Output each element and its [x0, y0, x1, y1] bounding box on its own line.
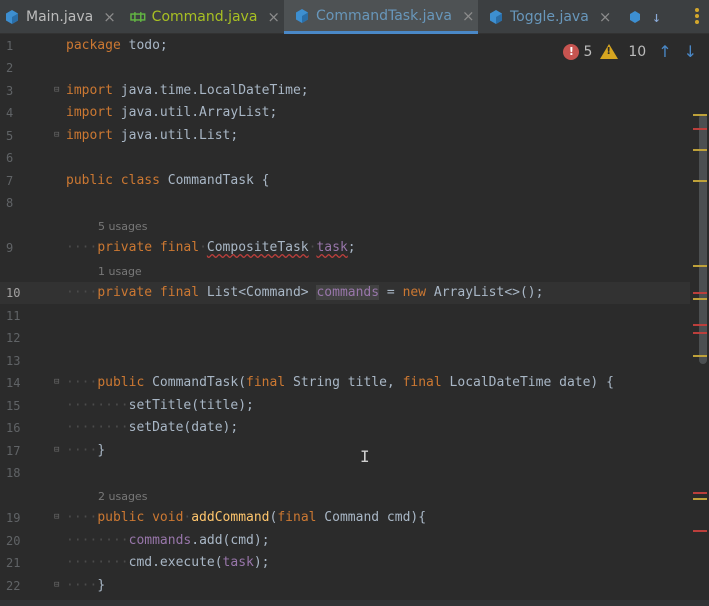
- warning-marker[interactable]: [693, 298, 707, 300]
- close-icon[interactable]: ×: [599, 8, 612, 26]
- error-marker[interactable]: [693, 128, 707, 130]
- code-line: import java.util.ArrayList;: [66, 105, 278, 120]
- error-icon: !: [563, 43, 580, 60]
- tab-label: Toggle.java: [510, 9, 589, 25]
- usages-hint[interactable]: 1 usage: [98, 265, 142, 278]
- tab-command-java[interactable]: Command.java ×: [130, 0, 280, 34]
- code-line: ····}: [66, 443, 106, 458]
- mouse-cursor-icon: I: [360, 447, 370, 466]
- inspection-widget[interactable]: ! 5 ! 10 ↑ ↓: [563, 42, 697, 61]
- usages-hint[interactable]: 2 usages: [98, 490, 147, 503]
- line-number: 20: [6, 534, 21, 548]
- line-number: 7: [6, 174, 14, 188]
- line-number: 6: [6, 151, 14, 165]
- code-line: public class CommandTask {: [66, 173, 270, 188]
- java-interface-icon: [130, 12, 146, 22]
- line-number: 9: [6, 241, 14, 255]
- line-number: 5: [6, 129, 14, 143]
- line-number: 8: [6, 196, 14, 210]
- tab-commandtask-java[interactable]: CommandTask.java ×: [284, 0, 478, 34]
- next-highlight-icon[interactable]: ↓: [684, 42, 697, 61]
- code-line: package todo;: [66, 38, 168, 53]
- error-marker[interactable]: [693, 492, 707, 494]
- code-line: ········setDate(date);: [66, 420, 239, 435]
- line-number: 13: [6, 354, 21, 368]
- warning-icon: !: [600, 44, 619, 59]
- warning-marker[interactable]: [693, 355, 707, 357]
- line-number: 1: [6, 39, 14, 53]
- fold-icon[interactable]: ⊟: [54, 130, 64, 140]
- line-number: 2: [6, 61, 14, 75]
- error-marker[interactable]: [693, 324, 707, 326]
- show-hidden-tabs-icon[interactable]: ↓: [652, 8, 661, 26]
- fold-icon[interactable]: ⊟: [54, 580, 64, 590]
- tab-label: Main.java: [26, 9, 94, 25]
- code-line: ········cmd.execute(task);: [66, 555, 270, 570]
- line-number: 15: [6, 399, 21, 413]
- line-number: 17: [6, 444, 21, 458]
- tab-label: Command.java: [151, 9, 258, 25]
- more-options-icon[interactable]: [695, 8, 699, 26]
- line-number: 22: [6, 579, 21, 593]
- tab-main-java[interactable]: Main.java ×: [4, 0, 122, 34]
- error-marker[interactable]: [693, 292, 707, 294]
- fold-icon[interactable]: ⊟: [54, 445, 64, 455]
- usages-hint[interactable]: 5 usages: [98, 220, 147, 233]
- line-number: 10: [6, 286, 21, 300]
- code-line: ····private final List<Command> commands…: [66, 285, 544, 300]
- java-class-icon: [296, 8, 308, 23]
- fold-icon[interactable]: ⊟: [54, 512, 64, 522]
- code-line: import java.util.List;: [66, 128, 239, 143]
- code-line: ····public CommandTask(final String titl…: [66, 375, 614, 390]
- line-number: 12: [6, 331, 21, 345]
- code-line: ········setTitle(title);: [66, 398, 254, 413]
- line-number: 16: [6, 421, 21, 435]
- scrollbar-thumb[interactable]: [699, 114, 707, 364]
- fold-icon[interactable]: ⊟: [54, 377, 64, 387]
- warning-marker[interactable]: [693, 149, 707, 151]
- warning-marker[interactable]: [693, 498, 707, 500]
- java-class-icon: [6, 10, 18, 24]
- java-file-icon[interactable]: [628, 10, 642, 24]
- warning-marker[interactable]: [693, 180, 707, 182]
- tab-toggle-java[interactable]: Toggle.java ×: [488, 0, 618, 34]
- horizontal-scrollbar[interactable]: [0, 600, 709, 606]
- line-number: 19: [6, 511, 21, 525]
- error-marker[interactable]: [693, 332, 707, 334]
- code-line: import java.time.LocalDateTime;: [66, 83, 309, 98]
- line-number: 21: [6, 556, 21, 570]
- close-icon[interactable]: ×: [462, 7, 475, 25]
- previous-highlight-icon[interactable]: ↑: [658, 42, 671, 61]
- error-marker[interactable]: [693, 530, 707, 532]
- warning-marker[interactable]: [693, 265, 707, 267]
- code-line: ········commands.add(cmd);: [66, 533, 270, 548]
- warning-marker[interactable]: [693, 114, 707, 116]
- tab-label: CommandTask.java: [316, 7, 452, 24]
- line-number: 4: [6, 106, 14, 120]
- fold-icon[interactable]: ⊟: [54, 85, 64, 95]
- line-number: 14: [6, 376, 21, 390]
- vertical-scrollbar[interactable]: [695, 74, 709, 594]
- code-line: ····}: [66, 578, 106, 593]
- close-icon[interactable]: ×: [267, 8, 280, 26]
- warning-count: 10: [628, 43, 647, 60]
- editor-tab-bar: Main.java × Command.java × CommandTask.j…: [0, 0, 709, 34]
- line-number: 3: [6, 84, 14, 98]
- java-class-icon: [490, 10, 502, 24]
- close-icon[interactable]: ×: [103, 8, 116, 26]
- error-count: 5: [583, 43, 593, 60]
- code-line: ····private final·CompositeTask·task;: [66, 240, 356, 255]
- line-number: 18: [6, 466, 21, 480]
- line-number: 11: [6, 309, 21, 323]
- code-editor[interactable]: ! 5 ! 10 ↑ ↓ 1 2 3 4 5 6 7 8 9 10 11 12 …: [0, 34, 709, 606]
- code-line: ····public void·addCommand(final Command…: [66, 510, 427, 525]
